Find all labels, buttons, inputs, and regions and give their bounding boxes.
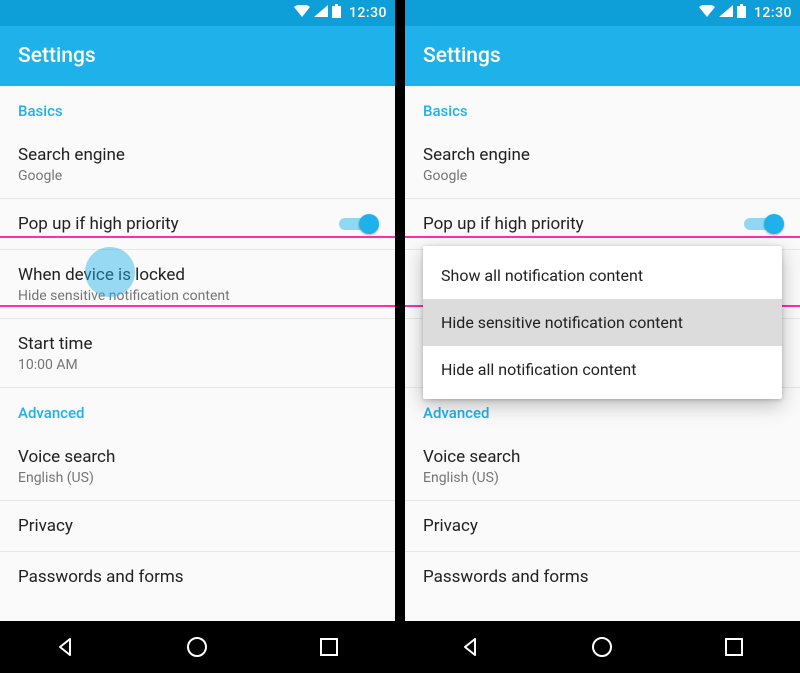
row-title: Search engine [423, 144, 782, 166]
row-start-time[interactable]: Start time 10:00 AM [0, 319, 395, 387]
row-title: Privacy [18, 515, 377, 537]
cell-signal-icon [314, 5, 328, 21]
row-title: Search engine [18, 144, 377, 166]
settings-list[interactable]: Basics Search engine Google Pop up if hi… [405, 86, 800, 621]
battery-icon [737, 4, 746, 22]
row-title: Start time [18, 333, 377, 355]
row-title: When device is locked [18, 264, 377, 286]
popup-option-show-all[interactable]: Show all notification content [423, 252, 782, 299]
wifi-icon [699, 5, 715, 21]
switch-popup-priority[interactable] [339, 214, 377, 234]
row-title: Voice search [423, 446, 782, 468]
nav-back-button[interactable] [457, 633, 485, 661]
row-voice-search[interactable]: Voice search English (US) [405, 432, 800, 500]
row-subtitle: English (US) [18, 470, 377, 486]
status-bar: 12:30 [0, 0, 395, 26]
app-bar: Settings [0, 26, 395, 86]
row-subtitle: 10:00 AM [18, 357, 377, 373]
app-bar-title: Settings [18, 44, 96, 68]
nav-recents-button[interactable] [720, 633, 748, 661]
nav-home-button[interactable] [183, 633, 211, 661]
annotation-guide-line [0, 305, 395, 307]
touch-indicator-icon [85, 247, 135, 297]
row-popup-priority[interactable]: Pop up if high priority [0, 199, 395, 249]
row-title: Passwords and forms [18, 566, 377, 588]
status-bar: 12:30 [405, 0, 800, 26]
nav-recents-button[interactable] [315, 633, 343, 661]
row-subtitle: Hide sensitive notification content [18, 288, 377, 304]
switch-popup-priority[interactable] [744, 214, 782, 234]
nav-bar [405, 621, 800, 673]
row-passwords[interactable]: Passwords and forms [405, 552, 800, 602]
row-passwords[interactable]: Passwords and forms [0, 552, 395, 602]
status-time: 12:30 [349, 5, 387, 21]
row-subtitle: English (US) [423, 470, 782, 486]
annotation-guide-line [405, 236, 800, 238]
section-header-basics: Basics [0, 86, 395, 130]
popup-option-hide-sensitive[interactable]: Hide sensitive notification content [423, 299, 782, 346]
row-privacy[interactable]: Privacy [0, 501, 395, 551]
row-subtitle: Google [18, 168, 377, 184]
row-title: Privacy [423, 515, 782, 537]
nav-home-button[interactable] [588, 633, 616, 661]
row-search-engine[interactable]: Search engine Google [0, 130, 395, 198]
row-title: Pop up if high priority [423, 213, 584, 235]
nav-back-button[interactable] [52, 633, 80, 661]
app-bar: Settings [405, 26, 800, 86]
settings-list[interactable]: Basics Search engine Google Pop up if hi… [0, 86, 395, 621]
row-voice-search[interactable]: Voice search English (US) [0, 432, 395, 500]
popup-when-locked-options: Show all notification content Hide sensi… [423, 246, 782, 399]
row-title: Pop up if high priority [18, 213, 179, 235]
cell-signal-icon [719, 5, 733, 21]
row-when-locked[interactable]: When device is locked Hide sensitive not… [0, 250, 395, 318]
row-subtitle: Google [423, 168, 782, 184]
popup-option-hide-all[interactable]: Hide all notification content [423, 346, 782, 393]
nav-bar [0, 621, 395, 673]
section-header-basics: Basics [405, 86, 800, 130]
section-header-advanced: Advanced [0, 388, 395, 432]
status-time: 12:30 [754, 5, 792, 21]
row-title: Passwords and forms [423, 566, 782, 588]
screen-before: 12:30 Settings Basics Search engine Goog… [0, 0, 395, 673]
wifi-icon [294, 5, 310, 21]
screen-after: 12:30 Settings Basics Search engine Goog… [405, 0, 800, 673]
battery-icon [332, 4, 341, 22]
app-bar-title: Settings [423, 44, 501, 68]
row-search-engine[interactable]: Search engine Google [405, 130, 800, 198]
annotation-guide-line [0, 236, 395, 238]
row-privacy[interactable]: Privacy [405, 501, 800, 551]
row-title: Voice search [18, 446, 377, 468]
row-popup-priority[interactable]: Pop up if high priority [405, 199, 800, 249]
